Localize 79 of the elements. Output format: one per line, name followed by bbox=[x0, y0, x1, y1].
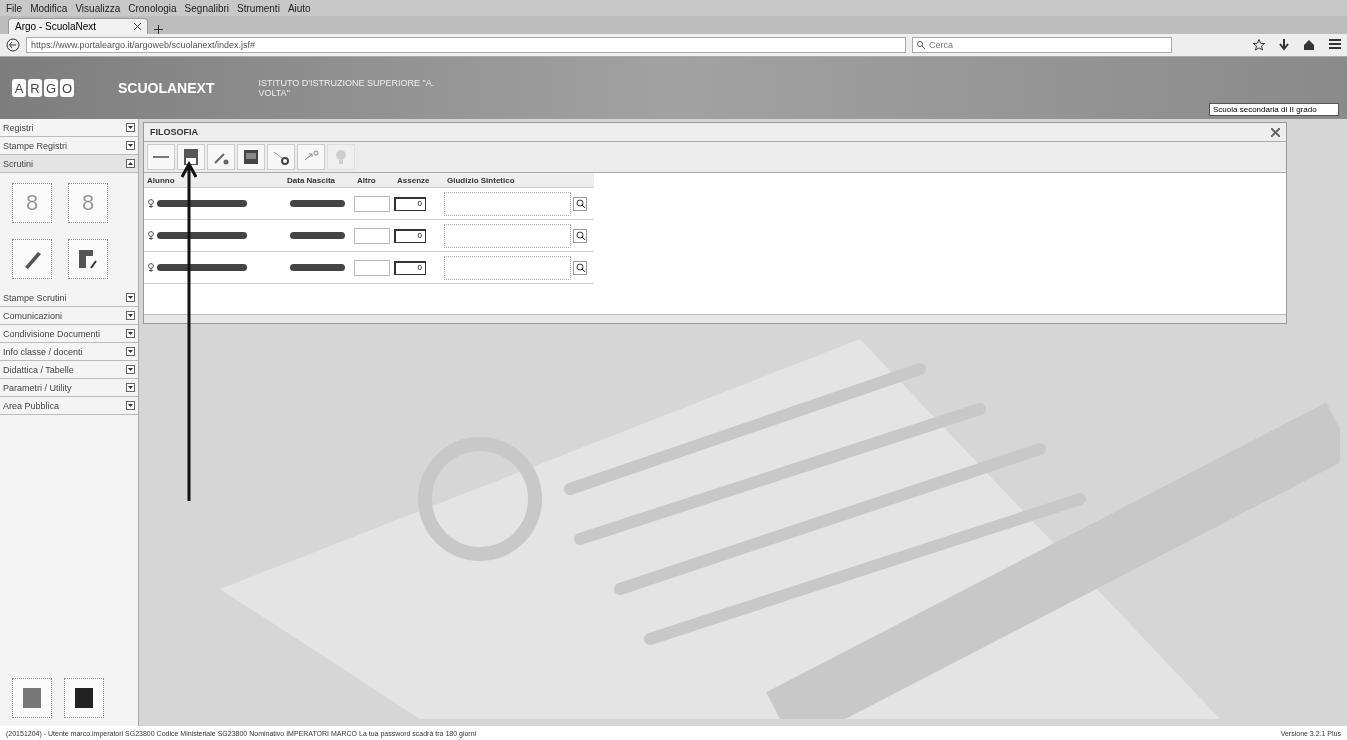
absence-field[interactable]: 0 bbox=[394, 260, 426, 275]
input-field[interactable] bbox=[354, 227, 390, 244]
menu-item[interactable]: Strumenti bbox=[237, 2, 280, 14]
absence-field[interactable]: 0 bbox=[394, 228, 426, 243]
back-arrow-icon[interactable] bbox=[6, 38, 20, 52]
column-header: Giudizio Sintetico bbox=[444, 173, 594, 187]
redacted-date bbox=[290, 232, 345, 239]
absence-field[interactable]: 0 bbox=[394, 196, 426, 211]
star-icon[interactable] bbox=[1253, 39, 1265, 51]
magnifier-icon bbox=[575, 199, 585, 208]
toolbar-button[interactable] bbox=[267, 144, 295, 170]
menu-item[interactable]: File bbox=[6, 2, 23, 14]
school-select[interactable]: Scuola secondaria di II grado bbox=[1209, 103, 1339, 116]
column-header: Alunno bbox=[144, 173, 284, 187]
save-icon bbox=[183, 148, 199, 166]
search-button[interactable] bbox=[573, 260, 587, 275]
sidebar-item[interactable]: Scrutini bbox=[0, 155, 138, 173]
search-button[interactable] bbox=[573, 196, 587, 211]
menu-item[interactable]: Modifica bbox=[30, 2, 68, 14]
search-field[interactable]: Cerca bbox=[912, 37, 1172, 53]
search-button[interactable] bbox=[573, 228, 587, 243]
toolbar-button[interactable] bbox=[177, 144, 205, 170]
tab-title: Argo - ScuolaNext bbox=[15, 21, 97, 32]
exit-tile[interactable] bbox=[12, 678, 52, 718]
bulb-icon bbox=[334, 148, 348, 166]
logo-letter: O bbox=[60, 79, 74, 97]
download-icon[interactable] bbox=[1279, 39, 1289, 51]
expand-icon bbox=[126, 141, 135, 150]
scrollbar[interactable] bbox=[144, 314, 1286, 323]
grade-label: 8 bbox=[81, 190, 95, 216]
search-icon bbox=[917, 41, 925, 49]
home-icon[interactable] bbox=[1303, 39, 1315, 51]
logo-letter: R bbox=[28, 79, 42, 97]
close-icon[interactable] bbox=[1271, 127, 1280, 137]
account-icon bbox=[75, 688, 93, 708]
menu-icon[interactable] bbox=[1329, 39, 1341, 49]
grade-label: 8 bbox=[25, 190, 39, 216]
expand-icon bbox=[126, 311, 135, 320]
expand-icon bbox=[126, 293, 135, 302]
panel-title: FILOSOFIA bbox=[150, 127, 198, 137]
institute-name: ISTITUTO D'ISTRUZIONE SUPERIORE "A. VOLTA" bbox=[258, 78, 436, 98]
scrutini-tile[interactable] bbox=[12, 239, 52, 279]
female-icon bbox=[148, 263, 154, 272]
address-field[interactable]: https://www.portaleargo.it/argoweb/scuolanext/index.jsf# bbox=[26, 37, 906, 53]
menu-item[interactable]: Segnalibri bbox=[184, 2, 230, 14]
toolbar-button[interactable] bbox=[237, 144, 265, 170]
female-icon bbox=[148, 231, 154, 240]
door-icon bbox=[23, 688, 41, 708]
female-icon bbox=[148, 199, 154, 208]
expand-icon bbox=[126, 123, 135, 132]
collapse-icon bbox=[126, 159, 135, 168]
expand-icon bbox=[126, 347, 135, 356]
column-header: Altro bbox=[354, 173, 394, 187]
plus-icon[interactable] bbox=[154, 25, 163, 34]
close-icon[interactable] bbox=[134, 23, 141, 30]
redacted-date bbox=[290, 264, 345, 271]
redacted-date bbox=[290, 200, 345, 207]
column-header: Assenze bbox=[394, 173, 444, 187]
menu-item[interactable]: Aiuto bbox=[287, 2, 311, 14]
expand-icon bbox=[126, 365, 135, 374]
logo-letter: G bbox=[44, 79, 58, 97]
magnifier-icon bbox=[575, 263, 585, 272]
column-header: Data Nascita bbox=[284, 173, 354, 187]
product-name: SCUOLANEXT bbox=[118, 80, 215, 96]
grid-icon bbox=[243, 149, 259, 165]
expand-icon bbox=[126, 383, 135, 392]
user-tile[interactable] bbox=[64, 678, 104, 718]
search-placeholder: Cerca bbox=[929, 40, 953, 50]
logo-letter: A bbox=[12, 79, 26, 97]
input-field[interactable] bbox=[354, 195, 390, 212]
expand-icon bbox=[126, 329, 135, 338]
input-field[interactable] bbox=[354, 259, 390, 276]
magnifier-icon bbox=[575, 231, 585, 240]
menu-item[interactable]: Visualizza bbox=[75, 2, 121, 14]
scrutini-tile[interactable] bbox=[68, 239, 108, 279]
expand-icon bbox=[126, 401, 135, 410]
form-edit-icon bbox=[77, 248, 99, 270]
browser-tab[interactable]: Argo - ScuolaNext bbox=[8, 18, 148, 34]
menu-item[interactable]: Cronologia bbox=[128, 2, 177, 14]
